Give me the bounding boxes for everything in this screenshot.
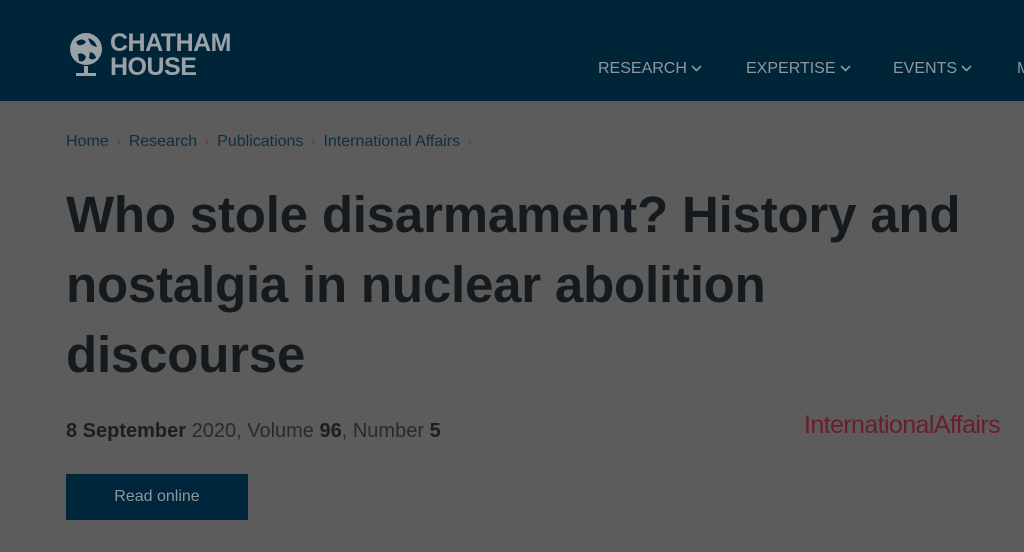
nav-item-label: M [1017, 60, 1024, 77]
publication-date: 8 September [66, 420, 187, 442]
breadcrumb-research[interactable]: Research [129, 133, 197, 150]
issue-number: 5 [429, 420, 441, 442]
volume-number: 96 [319, 420, 342, 442]
breadcrumb-separator-icon: › [467, 133, 473, 150]
number-label: , Number [341, 420, 430, 442]
breadcrumb: Home › Research › Publications › International… [66, 131, 480, 153]
nav-item-more[interactable]: M [1017, 58, 1024, 80]
breadcrumb-publications[interactable]: Publications [217, 133, 303, 150]
international-affairs-logo[interactable]: InternationalAffairs [804, 410, 1001, 440]
breadcrumb-home[interactable]: Home [66, 133, 109, 150]
nav-item-research[interactable]: RESEARCH [598, 58, 702, 80]
nav-item-label: EVENTS [893, 60, 958, 77]
breadcrumb-separator-icon: › [115, 133, 121, 150]
nav-item-label: RESEARCH [598, 60, 687, 77]
chevron-down-icon [961, 65, 972, 72]
site-header: CHATHAM HOUSE RESEARCH EXPERTISE EVENTS … [0, 0, 1024, 101]
breadcrumb-international-affairs[interactable]: International Affairs [323, 133, 460, 150]
publication-year-volume-label: 2020, Volume [186, 420, 320, 442]
nav-item-label: EXPERTISE [746, 60, 836, 77]
chevron-down-icon [839, 65, 851, 72]
logo-line-1: CHATHAM [110, 29, 232, 57]
page-title: Who stole disarmament? History and nosta… [66, 186, 961, 383]
nav-item-expertise[interactable]: EXPERTISE [746, 58, 851, 80]
main-nav: RESEARCH EXPERTISE EVENTS M [0, 58, 1024, 82]
publication-meta: 8 September 2020, Volume 96, Number 5 [66, 418, 441, 444]
breadcrumb-separator-icon: › [204, 133, 210, 150]
nav-item-events[interactable]: EVENTS [893, 58, 972, 80]
breadcrumb-separator-icon: › [310, 133, 316, 150]
read-online-button[interactable]: Read online [66, 474, 248, 520]
chevron-down-icon [691, 65, 702, 72]
